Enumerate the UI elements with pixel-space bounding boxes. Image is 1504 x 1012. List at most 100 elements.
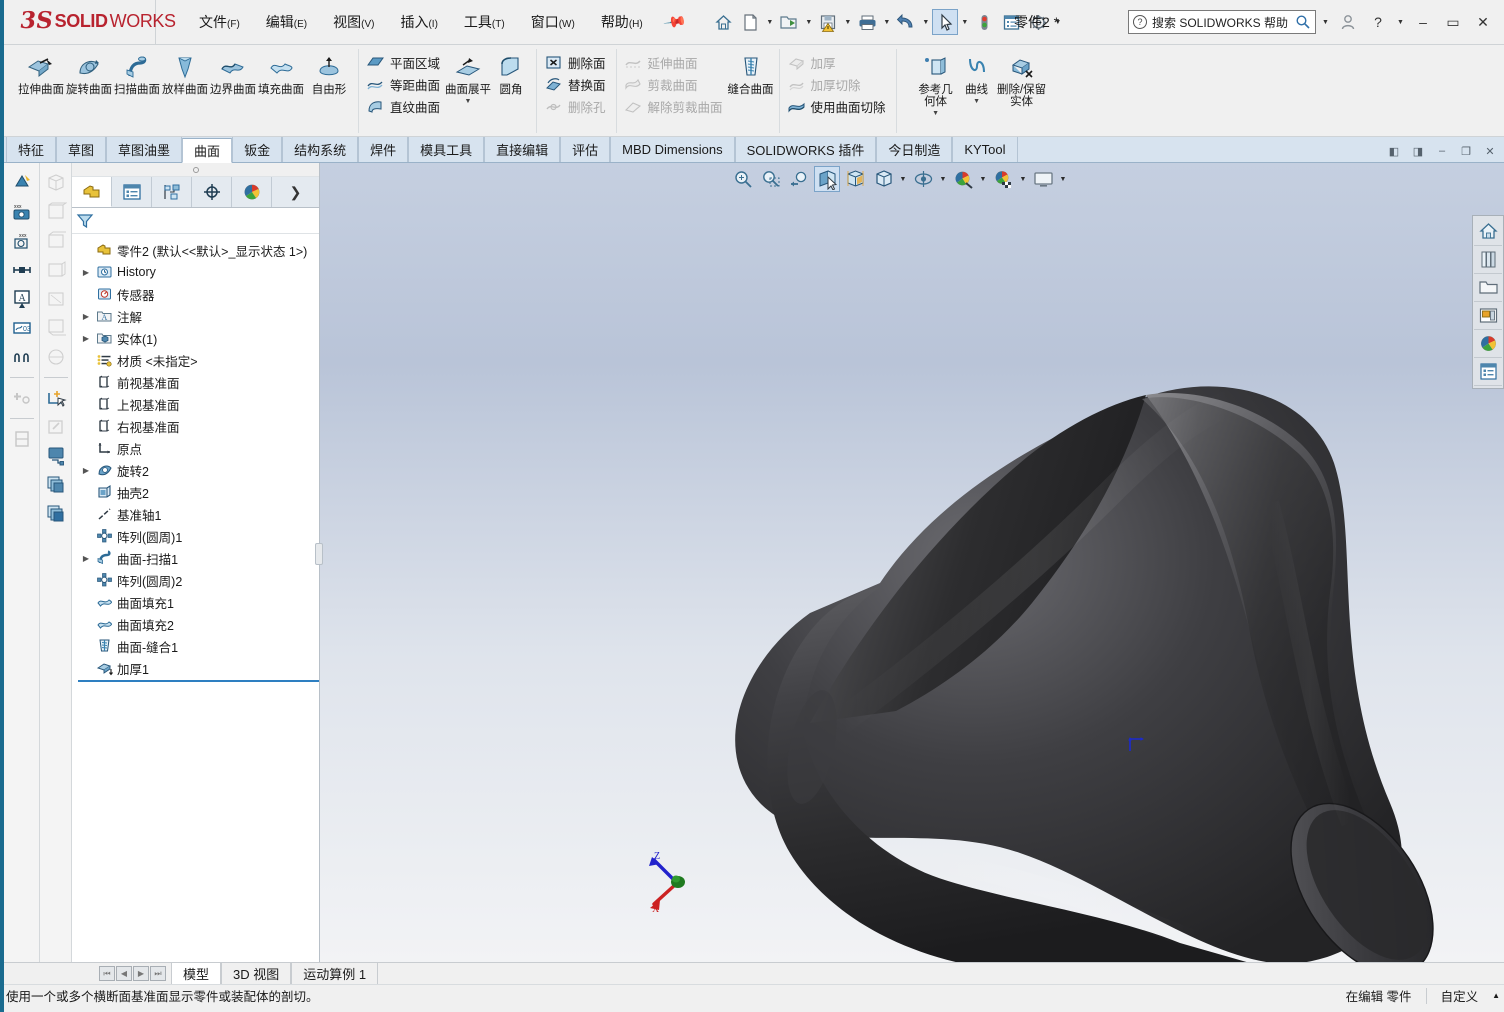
tab-mbd-dimensions[interactable]: MBD Dimensions xyxy=(610,137,735,162)
search-caret[interactable]: ▼ xyxy=(1320,19,1331,26)
model-3d-tri-junction[interactable] xyxy=(320,163,1476,962)
feature-manager-tab[interactable] xyxy=(72,177,112,207)
hide-show-caret[interactable]: ▼ xyxy=(938,176,948,183)
appearances-scenes-icon[interactable] xyxy=(1474,330,1502,358)
tab-sketch-ink[interactable]: 草图油墨 xyxy=(106,137,183,162)
select-caret[interactable]: ▼ xyxy=(959,19,970,26)
display-style-caret[interactable]: ▼ xyxy=(898,176,908,183)
view-orientation-button[interactable] xyxy=(842,166,868,192)
freeform-button[interactable]: 自由形 xyxy=(305,49,353,96)
view-settings-button[interactable] xyxy=(1030,166,1056,192)
doc-restore-button[interactable]: ❐ xyxy=(1458,144,1474,158)
tree-item-circular-pattern1[interactable]: 阵列(圆周)1 xyxy=(78,525,319,547)
file-explorer-icon[interactable] xyxy=(1474,274,1502,302)
dimxpert-location-icon[interactable]: xxx xyxy=(10,229,34,253)
status-caret-icon[interactable]: ▲ xyxy=(1492,991,1500,1000)
tree-item-right-plane[interactable]: 右视基准面 xyxy=(78,415,319,437)
curves-button[interactable]: 曲线 ▼ xyxy=(958,49,996,105)
offset-surface-button[interactable]: 等距曲面 xyxy=(364,74,445,95)
menu-insert[interactable]: 插入(I) xyxy=(387,7,450,37)
previous-view-button[interactable] xyxy=(786,166,812,192)
tab-kytool[interactable]: KYTool xyxy=(952,137,1018,162)
loft-surface-button[interactable]: 放样曲面 xyxy=(161,49,209,96)
dimxpert-manager-tab[interactable] xyxy=(192,177,232,207)
tree-item-axis1[interactable]: 基准轴1 xyxy=(78,503,319,525)
open-folder-icon[interactable] xyxy=(776,9,802,35)
fill-surface-button[interactable]: 填充曲面 xyxy=(257,49,305,96)
tab-weldments[interactable]: 焊件 xyxy=(358,137,409,162)
menu-help[interactable]: 帮助(H) xyxy=(588,7,656,37)
cursor-arrow-icon[interactable] xyxy=(932,9,959,35)
hide-show-items-button[interactable] xyxy=(910,166,936,192)
panel-splitter-handle[interactable] xyxy=(315,543,323,565)
tree-filter-row[interactable] xyxy=(72,208,319,234)
reference-geometry-button[interactable]: 参考几何体 ▼ xyxy=(914,49,958,117)
close-button[interactable]: ✕ xyxy=(1470,9,1496,35)
history-twist[interactable]: ▶ xyxy=(80,268,92,277)
nav-last-button[interactable]: ⏭ xyxy=(150,966,166,981)
tree-item-material[interactable]: 材质 <未指定> xyxy=(78,349,319,371)
curves-caret[interactable]: ▼ xyxy=(973,98,980,105)
menu-file[interactable]: 文件(F) xyxy=(186,7,253,37)
minimize-button[interactable]: – xyxy=(1410,9,1436,35)
property-manager-tab[interactable] xyxy=(112,177,152,207)
replace-face-button[interactable]: 替换面 xyxy=(542,74,611,95)
restore-left-button[interactable]: ◧ xyxy=(1386,144,1402,158)
tab-solidworks-addins[interactable]: SOLIDWORKS 插件 xyxy=(734,137,877,162)
bottom-tab-model[interactable]: 模型 xyxy=(171,963,222,984)
tab-direct-editing[interactable]: 直接编辑 xyxy=(484,137,561,162)
menu-tools[interactable]: 工具(T) xyxy=(451,7,518,37)
view-palette-icon[interactable] xyxy=(1474,302,1502,330)
save-warning-icon[interactable] xyxy=(815,9,841,35)
tab-structure-system[interactable]: 结构系统 xyxy=(282,137,359,162)
menu-view[interactable]: 视图(V) xyxy=(320,7,387,37)
graphics-area[interactable]: ▼ ▼ ▼ ▼ ▼ Z X xyxy=(320,163,1504,962)
paste-view-icon[interactable] xyxy=(44,502,68,526)
tab-mold-tools[interactable]: 模具工具 xyxy=(408,137,485,162)
display-style-button[interactable] xyxy=(870,166,896,192)
flatten-surface-caret[interactable]: ▼ xyxy=(465,98,472,105)
smart-dimension-icon[interactable] xyxy=(10,171,34,195)
nav-next-button[interactable]: ▶ xyxy=(133,966,149,981)
tree-item-surface-fill2[interactable]: 曲面填充2 xyxy=(78,613,319,635)
tab-features[interactable]: 特征 xyxy=(6,137,57,162)
hole-callout-icon[interactable] xyxy=(10,345,34,369)
home-button[interactable] xyxy=(710,9,736,35)
apply-scene-button[interactable] xyxy=(990,166,1016,192)
tree-item-sensors[interactable]: 传感器 xyxy=(78,283,319,305)
help-caret[interactable]: ▼ xyxy=(1395,19,1406,26)
tree-item-revolve2[interactable]: ▶ 旋转2 xyxy=(78,459,319,481)
tab-evaluate[interactable]: 评估 xyxy=(560,137,611,162)
view-settings-caret[interactable]: ▼ xyxy=(1058,176,1068,183)
boundary-surface-button[interactable]: 边界曲面 xyxy=(209,49,257,96)
delete-keep-body-button[interactable]: 删除/保留实体 xyxy=(996,49,1048,108)
tree-item-history[interactable]: ▶ History xyxy=(78,261,319,283)
tree-item-shell2[interactable]: 抽壳2 xyxy=(78,481,319,503)
design-library-icon[interactable] xyxy=(1474,246,1502,274)
display-manager-tab[interactable] xyxy=(232,177,272,207)
geometric-tolerance-icon[interactable]: A xyxy=(10,287,34,311)
planar-surface-button[interactable]: 平面区域 xyxy=(364,52,445,73)
tree-item-top-plane[interactable]: 上视基准面 xyxy=(78,393,319,415)
annotations-twist[interactable]: ▶ xyxy=(80,312,92,321)
extrude-surface-button[interactable]: 拉伸曲面 xyxy=(17,49,65,96)
zoom-to-fit-button[interactable] xyxy=(730,166,756,192)
undo-caret[interactable]: ▼ xyxy=(920,19,931,26)
doc-minimize-button[interactable]: – xyxy=(1434,144,1450,158)
edit-appearance-button[interactable] xyxy=(950,166,976,192)
bottom-tab-motion-study[interactable]: 运动算例 1 xyxy=(291,963,379,984)
restore-right-button[interactable]: ◨ xyxy=(1410,144,1426,158)
tab-sketch[interactable]: 草图 xyxy=(56,137,107,162)
new-file-icon[interactable] xyxy=(737,9,763,35)
ruled-surface-button[interactable]: 直纹曲面 xyxy=(364,96,445,117)
help-button[interactable]: ? xyxy=(1365,9,1391,35)
surface-finish-icon[interactable]: 03 xyxy=(10,316,34,340)
tree-rollback-bar[interactable] xyxy=(78,680,319,682)
customize-label[interactable]: 自定义 xyxy=(1441,986,1479,1005)
solidworks-logo[interactable]: 3S SOLID WORKS xyxy=(4,0,176,44)
tree-item-surface-knit1[interactable]: 曲面-缝合1 xyxy=(78,635,319,657)
maximize-button[interactable]: ▭ xyxy=(1440,9,1466,35)
solidworks-resources-icon[interactable] xyxy=(1474,218,1502,246)
traffic-light-icon[interactable] xyxy=(971,9,997,35)
bottom-tab-3d-views[interactable]: 3D 视图 xyxy=(221,963,292,984)
